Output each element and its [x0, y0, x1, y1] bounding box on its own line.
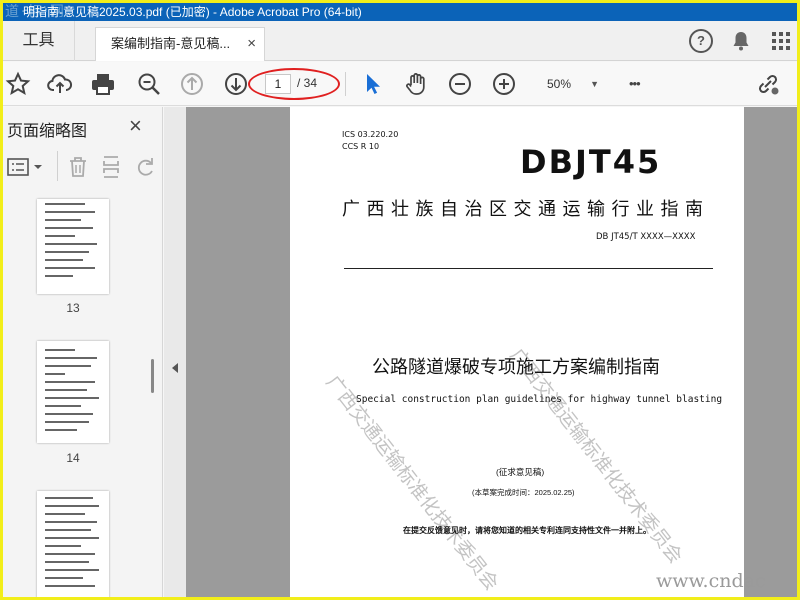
annotation-oval	[248, 68, 340, 100]
ics-code: ICS 03.220.20	[342, 130, 399, 139]
more-tools-icon[interactable]: •••	[629, 71, 655, 97]
completion-date: (本草案完成时间：2025.02.25)	[472, 488, 575, 497]
zoom-level-dropdown[interactable]: 50% ▼	[533, 72, 605, 96]
window-title-bar: 道·标·网 明指南-意见稿2025.03.pdf (已加密) - Adobe A…	[3, 3, 797, 21]
main-toolbar: 1 / 34 50% ▼ •••	[3, 62, 797, 106]
panel-collapse-handle[interactable]	[164, 107, 186, 597]
extract-page-icon[interactable]	[101, 155, 121, 184]
window-title: 明指南-意见稿2025.03.pdf (已加密) - Adobe Acrobat…	[23, 5, 362, 19]
upload-cloud-icon[interactable]	[47, 71, 73, 97]
collapse-arrow-icon	[172, 363, 178, 373]
document-view[interactable]: ICS 03.220.20 CCS R 10 DBJT45 广西壮族自治区交通运…	[186, 107, 797, 597]
tab-document[interactable]: 案编制指南-意见稿... ×	[95, 27, 265, 61]
scrollbar-thumb[interactable]	[151, 359, 154, 393]
page-thumbnail-15[interactable]	[37, 491, 109, 597]
thumbnail-options-icon[interactable]	[7, 157, 45, 182]
standard-number: DB JT45/T XXXX—XXXX	[596, 232, 696, 242]
thumbnail-scrollbar[interactable]	[149, 199, 157, 597]
ccs-code: CCS R 10	[342, 142, 380, 151]
bell-icon[interactable]	[729, 29, 753, 53]
thumbnail-page-number: 14	[66, 451, 80, 465]
thumbnail-panel: 页面缩略图 × 13 14	[3, 107, 163, 597]
hand-tool-icon[interactable]	[403, 71, 429, 97]
region-heading: 广西壮族自治区交通运输行业指南	[342, 199, 710, 219]
classification-codes: ICS 03.220.20 CCS R 10	[342, 129, 398, 153]
thumbnail-toolbar	[3, 151, 163, 183]
tab-document-label: 案编制指南-意见稿...	[111, 36, 231, 51]
select-cursor-icon[interactable]	[360, 71, 386, 97]
delete-page-icon[interactable]	[67, 155, 89, 184]
close-icon[interactable]: ×	[129, 113, 142, 139]
document-title-cn: 公路隧道爆破专项施工方案编制指南	[372, 357, 660, 377]
draft-label: (征求意见稿)	[496, 467, 545, 477]
document-title-en: Special construction plan guidelines for…	[356, 394, 723, 405]
pdf-page: ICS 03.220.20 CCS R 10 DBJT45 广西壮族自治区交通运…	[290, 107, 744, 597]
help-icon[interactable]: ?	[689, 29, 713, 53]
zoom-search-icon[interactable]	[136, 71, 162, 97]
chevron-down-icon: ▼	[590, 79, 599, 89]
patent-notice: 在提交反馈意见时，请将您知道的相关专利连同支持性文件一并附上。	[403, 526, 651, 535]
zoom-level-value: 50%	[547, 77, 572, 91]
next-page-icon[interactable]	[223, 71, 249, 97]
bookmark-star-icon[interactable]	[5, 71, 31, 97]
zoom-in-icon[interactable]	[491, 71, 517, 97]
previous-page-icon[interactable]	[179, 71, 205, 97]
apps-grid-icon[interactable]	[769, 29, 793, 53]
rotate-page-icon[interactable]	[135, 155, 157, 184]
toolbar-divider	[345, 72, 346, 96]
zoom-out-icon[interactable]	[447, 71, 473, 97]
site-watermark: www.cndac	[656, 570, 766, 592]
tab-tools[interactable]: 工具	[3, 21, 75, 61]
toolbar-divider	[57, 151, 58, 181]
acrobat-window: 道·标·网 明指南-意见稿2025.03.pdf (已加密) - Adobe A…	[0, 0, 800, 600]
standard-code-logo: DBJT45	[520, 143, 662, 181]
print-icon[interactable]	[90, 71, 116, 97]
divider-line	[344, 268, 713, 269]
page-thumbnail-14[interactable]	[37, 341, 109, 443]
tab-tools-label: 工具	[22, 32, 55, 49]
page-thumbnail-13[interactable]	[37, 199, 109, 294]
close-icon[interactable]: ×	[247, 28, 256, 60]
share-link-icon[interactable]	[755, 71, 781, 97]
thumbnail-page-number: 13	[66, 301, 80, 315]
thumbnail-panel-title: 页面缩略图	[7, 123, 88, 140]
tab-bar: 工具 案编制指南-意见稿... × ?	[3, 21, 797, 61]
